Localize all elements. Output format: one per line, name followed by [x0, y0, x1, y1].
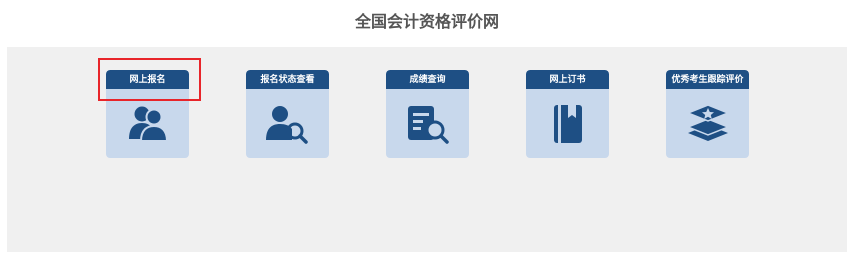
excellent-candidate-card[interactable]: 优秀考生跟踪评价	[666, 70, 749, 158]
book-icon	[526, 94, 609, 154]
excellent-candidate-label[interactable]: 优秀考生跟踪评价	[666, 70, 749, 89]
document-search-icon	[386, 94, 469, 154]
services-panel: 网上报名 报名状态查看 成绩查询 网上订书 优秀考生跟踪评价	[7, 47, 847, 252]
users-icon	[106, 94, 189, 154]
score-query-card[interactable]: 成绩查询	[386, 70, 469, 158]
star-stack-icon	[666, 94, 749, 154]
online-registration-card[interactable]: 网上报名	[106, 70, 189, 158]
book-order-card[interactable]: 网上订书	[526, 70, 609, 158]
registration-status-card[interactable]: 报名状态查看	[246, 70, 329, 158]
online-registration-label[interactable]: 网上报名	[106, 70, 189, 89]
registration-status-label[interactable]: 报名状态查看	[246, 70, 329, 89]
user-search-icon	[246, 94, 329, 154]
site-title: 全国会计资格评价网	[354, 12, 499, 31]
book-order-label[interactable]: 网上订书	[526, 70, 609, 89]
score-query-label[interactable]: 成绩查询	[386, 70, 469, 89]
